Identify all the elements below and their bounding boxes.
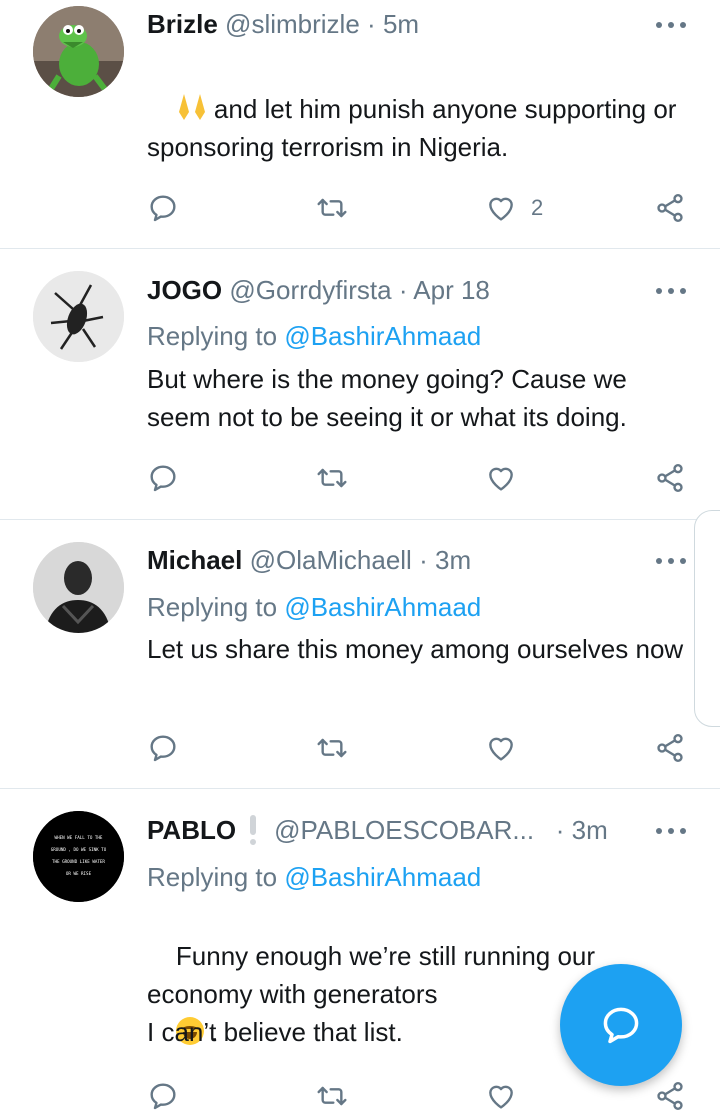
reply-button[interactable] (147, 1076, 179, 1116)
timestamp[interactable]: 5m (383, 9, 419, 39)
edge-panel-handle[interactable] (694, 510, 720, 727)
reply-icon (147, 462, 179, 494)
retweet-button[interactable] (316, 1076, 348, 1116)
compose-reply-icon (603, 1007, 639, 1044)
timestamp[interactable]: 3m (435, 545, 471, 575)
separator: · (398, 275, 408, 305)
tweet[interactable]: Michael @OlaMichaell · 3m Replying to @B… (0, 520, 720, 788)
avatar[interactable] (33, 271, 124, 362)
timestamp[interactable]: Apr 18 (413, 275, 490, 305)
avatar-text-line: OR WE RISE (66, 871, 92, 876)
mention-link[interactable]: @BashirAhmaad (284, 592, 481, 622)
replying-to-label: Replying to (147, 862, 278, 892)
more-options-icon[interactable] (656, 827, 686, 835)
separator: · (555, 815, 565, 845)
like-button[interactable] (485, 728, 517, 768)
exclamation-icon (250, 815, 257, 845)
reply-icon (147, 192, 179, 224)
share-button[interactable] (654, 458, 686, 498)
share-button[interactable] (654, 188, 686, 228)
avatar[interactable] (33, 542, 124, 633)
kermit-avatar-image (33, 6, 124, 97)
tweet-actions (0, 728, 720, 768)
replying-to-label: Replying to (147, 592, 278, 622)
heart-icon (485, 462, 517, 494)
tweet-text: and let him punish anyone supporting or … (147, 52, 687, 204)
heart-icon (485, 732, 517, 764)
retweet-icon (316, 192, 348, 224)
tweet-header: Michael @OlaMichaell · 3m (147, 545, 471, 575)
display-name[interactable]: JOGO (147, 275, 222, 305)
share-button[interactable] (654, 728, 686, 768)
retweet-icon (316, 462, 348, 494)
display-name[interactable]: Michael (147, 545, 242, 575)
folded-hands-emoji (178, 94, 205, 120)
tweet-actions: 2 (0, 188, 720, 228)
user-handle[interactable]: @OlaMichaell (250, 545, 412, 575)
tweet-text-line: Funny enough we’re still running our eco… (147, 941, 603, 1009)
tweet-actions (0, 458, 720, 498)
tweet-header: Brizle @slimbrizle · 5m (147, 9, 419, 39)
avatar[interactable]: WHEN WE FALL TO THE GROUND , DO WE SINK … (33, 811, 124, 902)
like-count: 2 (531, 195, 544, 220)
retweet-button[interactable] (316, 728, 348, 768)
tweet-text: But where is the money going? Cause we s… (147, 364, 635, 432)
avatar-text-line: GROUND , DO WE SINK TO (51, 847, 107, 852)
user-handle[interactable]: @PABLOESCOBAR... (274, 815, 534, 845)
tweet-text-body: and let him punish anyone supporting or … (147, 94, 684, 162)
reply-button[interactable] (147, 458, 179, 498)
compose-reply-button[interactable] (560, 964, 682, 1086)
avatar[interactable] (33, 6, 124, 97)
retweet-icon (316, 1080, 348, 1112)
quote-text-avatar-image: WHEN WE FALL TO THE GROUND , DO WE SINK … (33, 811, 124, 902)
separator: · (419, 545, 428, 575)
tweet[interactable]: JOGO @Gorrdyfirsta · Apr 18 Replying to … (0, 249, 720, 519)
avatar-text-line: WHEN WE FALL TO THE (55, 835, 103, 840)
user-handle[interactable]: @slimbrizle (225, 9, 360, 39)
mention-link[interactable]: @BashirAhmaad (284, 862, 481, 892)
more-options-icon[interactable] (656, 21, 686, 29)
share-button[interactable] (654, 1076, 686, 1116)
heart-icon (485, 1080, 517, 1112)
like-button[interactable] (485, 1076, 517, 1116)
reply-button[interactable] (147, 188, 179, 228)
more-options-icon[interactable] (656, 557, 686, 565)
retweet-button[interactable] (316, 458, 348, 498)
share-icon (654, 732, 686, 764)
retweet-button[interactable] (316, 188, 348, 228)
share-icon (654, 1080, 686, 1112)
separator: · (367, 9, 376, 39)
display-name[interactable]: Brizle (147, 9, 218, 39)
avatar-text-line: THE GROUND LIKE WATER (52, 859, 105, 864)
reply-icon (147, 1080, 179, 1112)
tweet-header: PABLO @PABLOESCOBAR... · 3m (147, 815, 608, 845)
mention-link[interactable]: @BashirAhmaad (284, 321, 481, 351)
share-icon (654, 462, 686, 494)
tweet-header: JOGO @Gorrdyfirsta · Apr 18 (147, 275, 490, 305)
tweet[interactable]: Brizle @slimbrizle · 5m and let him puni… (0, 0, 720, 248)
replying-to: Replying to @BashirAhmaad (147, 592, 481, 622)
like-button[interactable]: 2 (485, 188, 543, 228)
share-icon (654, 192, 686, 224)
tweet-text: Let us share this money among ourselves … (147, 634, 684, 664)
reply-icon (147, 732, 179, 764)
tweet-text: Funny enough we’re still running our eco… (147, 899, 627, 1089)
heart-icon (485, 192, 517, 224)
insect-avatar-image (33, 271, 124, 362)
replying-to: Replying to @BashirAhmaad (147, 862, 481, 892)
timestamp[interactable]: 3m (572, 815, 608, 845)
like-button[interactable] (485, 458, 517, 498)
replying-to-label: Replying to (147, 321, 278, 351)
user-handle[interactable]: @Gorrdyfirsta (229, 275, 391, 305)
reply-button[interactable] (147, 728, 179, 768)
retweet-icon (316, 732, 348, 764)
person-avatar-image (33, 542, 124, 633)
more-options-icon[interactable] (656, 287, 686, 295)
replying-to: Replying to @BashirAhmaad (147, 321, 481, 351)
display-name[interactable]: PABLO (147, 815, 236, 845)
